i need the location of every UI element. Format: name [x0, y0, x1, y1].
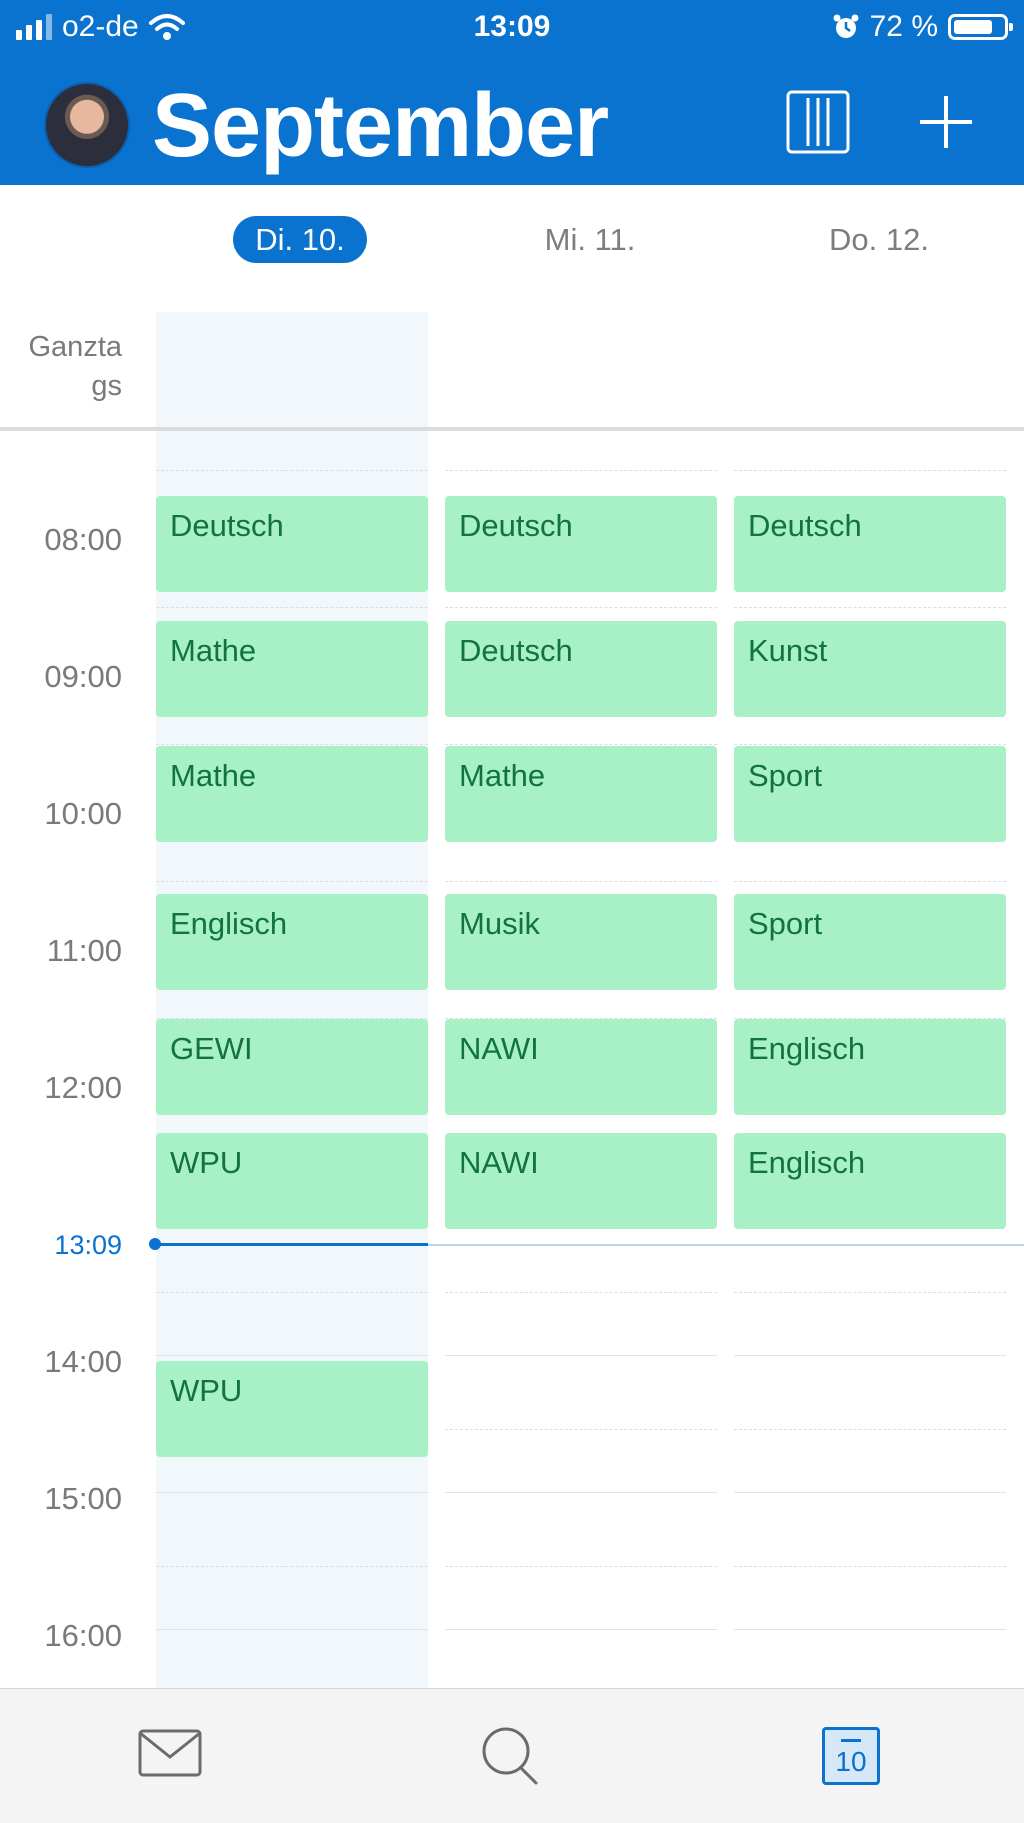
- event[interactable]: WPU: [156, 1361, 428, 1457]
- all-day-divider: [0, 427, 1024, 431]
- hour-label: 15:00: [44, 1481, 122, 1516]
- hour-label: 08:00: [44, 522, 122, 557]
- battery-percent: 72 %: [869, 10, 938, 43]
- hour-line: [156, 1629, 428, 1630]
- half-hour-line: [734, 881, 1006, 882]
- event[interactable]: NAWI: [445, 1019, 717, 1115]
- status-bar: o2-de 13:09 72 %: [0, 0, 1024, 56]
- event[interactable]: Sport: [734, 746, 1006, 842]
- day-header-today[interactable]: Di. 10.: [155, 216, 445, 263]
- alarm-icon: [833, 14, 859, 38]
- half-hour-line: [445, 607, 717, 608]
- hour-line: [156, 1355, 428, 1356]
- half-hour-line: [734, 470, 1006, 471]
- tab-bar: 10: [0, 1688, 1024, 1823]
- hour-label: 14:00: [44, 1344, 122, 1379]
- half-hour-line: [156, 1292, 428, 1293]
- battery-icon: [948, 14, 1013, 40]
- hour-label: 10:00: [44, 796, 122, 831]
- mail-icon[interactable]: [138, 1729, 202, 1777]
- half-hour-line: [445, 744, 717, 745]
- search-icon[interactable]: [480, 1725, 542, 1787]
- current-time-line-secondary: [428, 1244, 1024, 1246]
- event[interactable]: Deutsch: [445, 496, 717, 592]
- hour-line: [734, 1355, 1006, 1356]
- hour-label: 12:00: [44, 1070, 122, 1105]
- day-header[interactable]: Do. 12.: [734, 222, 1024, 258]
- half-hour-line: [734, 607, 1006, 608]
- event[interactable]: NAWI: [445, 1133, 717, 1229]
- event[interactable]: Kunst: [734, 621, 1006, 717]
- hour-line: [156, 1492, 428, 1493]
- event[interactable]: Mathe: [156, 746, 428, 842]
- app-header: o2-de 13:09 72 % September: [0, 0, 1024, 185]
- event[interactable]: Musik: [445, 894, 717, 990]
- month-title[interactable]: September: [152, 76, 609, 176]
- event[interactable]: Englisch: [734, 1133, 1006, 1229]
- event[interactable]: Deutsch: [156, 496, 428, 592]
- event[interactable]: Englisch: [156, 894, 428, 990]
- event[interactable]: Sport: [734, 894, 1006, 990]
- status-right: 72 %: [832, 10, 1013, 44]
- half-hour-line: [156, 1566, 428, 1567]
- week-view-icon[interactable]: [786, 90, 850, 154]
- calendar-icon[interactable]: 10: [822, 1727, 880, 1785]
- half-hour-line: [734, 1566, 1006, 1567]
- day-header[interactable]: Mi. 11.: [445, 222, 735, 258]
- half-hour-line: [445, 1292, 717, 1293]
- hour-line: [734, 1629, 1006, 1630]
- half-hour-line: [734, 1429, 1006, 1430]
- hour-line: [445, 1355, 717, 1356]
- hour-label: 16:00: [44, 1618, 122, 1653]
- current-time-label: 13:09: [54, 1230, 122, 1260]
- event[interactable]: Deutsch: [445, 621, 717, 717]
- half-hour-line: [445, 1566, 717, 1567]
- all-day-label: Ganzta gs: [28, 331, 123, 402]
- hour-line: [445, 1492, 717, 1493]
- avatar[interactable]: [44, 82, 130, 168]
- event[interactable]: Deutsch: [734, 496, 1006, 592]
- half-hour-line: [156, 744, 428, 745]
- hour-line: [734, 1492, 1006, 1493]
- half-hour-line: [445, 470, 717, 471]
- half-hour-line: [156, 607, 428, 608]
- current-time-line: [156, 1243, 428, 1246]
- event[interactable]: GEWI: [156, 1019, 428, 1115]
- event[interactable]: Mathe: [156, 621, 428, 717]
- half-hour-line: [156, 881, 428, 882]
- event[interactable]: WPU: [156, 1133, 428, 1229]
- half-hour-line: [445, 1429, 717, 1430]
- half-hour-line: [734, 1292, 1006, 1293]
- half-hour-line: [445, 881, 717, 882]
- half-hour-line: [156, 470, 428, 471]
- event[interactable]: Englisch: [734, 1019, 1006, 1115]
- hour-label: 11:00: [46, 933, 122, 968]
- hour-line: [445, 1629, 717, 1630]
- calendar-tab-day: 10: [835, 1746, 867, 1777]
- add-icon[interactable]: [918, 90, 974, 154]
- event[interactable]: Mathe: [445, 746, 717, 842]
- half-hour-line: [734, 744, 1006, 745]
- hour-label: 09:00: [44, 659, 122, 694]
